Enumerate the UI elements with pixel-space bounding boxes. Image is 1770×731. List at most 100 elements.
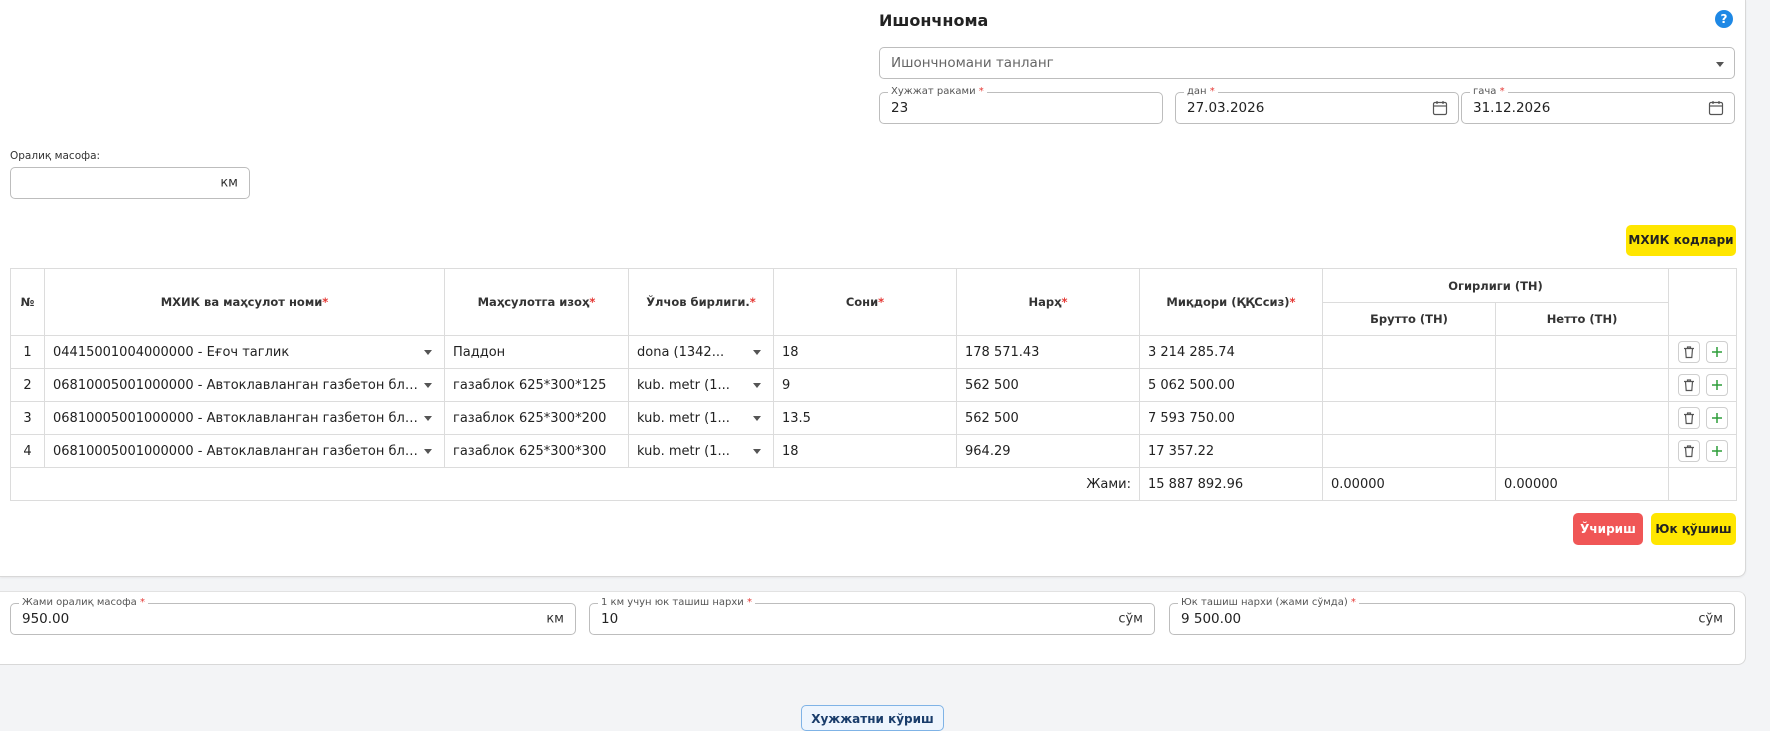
chevron-down-icon xyxy=(424,449,432,454)
description-input[interactable]: газаблок 625*300*125 xyxy=(445,369,628,401)
product-select[interactable]: 06810005001000000 - Автоклавланган газбе… xyxy=(45,435,444,467)
header-unit: Ўлчов бирлиги. xyxy=(646,295,750,309)
gross-input[interactable] xyxy=(1323,435,1495,467)
total-distance-value: 950.00 xyxy=(22,611,70,627)
product-value: 06810005001000000 - Автоклавланган газбе… xyxy=(53,410,422,426)
description-input[interactable]: газаблок 625*300*300 xyxy=(445,435,628,467)
view-document-button[interactable]: Хужжатни кўриш xyxy=(801,705,944,731)
unit-select[interactable]: kub. metr (1... xyxy=(629,435,773,467)
header-product: МХИК ва маҳсулот номи xyxy=(160,295,323,309)
add-row-button[interactable] xyxy=(1705,440,1728,462)
add-cargo-button[interactable]: Юк қўшиш xyxy=(1651,513,1736,545)
total-amount: 15 887 892.96 xyxy=(1148,476,1244,492)
table-row: 1 04415001004000000 - Ёғоч таглик Паддон… xyxy=(10,335,1738,369)
total-gross: 0.00000 xyxy=(1331,476,1385,492)
unit-select[interactable]: dona (1342... xyxy=(629,336,773,368)
price-input[interactable]: 562 500 xyxy=(957,369,1139,401)
distance-label: Оралиқ масофа: xyxy=(10,150,101,162)
table-row: 4 06810005001000000 - Автоклавланган газ… xyxy=(10,434,1738,468)
gross-input[interactable] xyxy=(1323,402,1495,434)
price-per-km-unit: сўм xyxy=(1118,611,1143,627)
date-to-field[interactable]: гача * 31.12.2026 xyxy=(1461,86,1735,124)
net-input[interactable] xyxy=(1496,435,1668,467)
header-qty: Сони xyxy=(845,295,879,309)
description-input[interactable]: Паддон xyxy=(445,336,628,368)
delete-row-button[interactable] xyxy=(1677,440,1700,462)
unit-select[interactable]: kub. metr (1... xyxy=(629,369,773,401)
date-to-label: гача xyxy=(1473,86,1497,97)
table-row: 2 06810005001000000 - Автоклавланган газ… xyxy=(10,368,1738,402)
date-from-field[interactable]: дан * 27.03.2026 xyxy=(1175,86,1459,124)
doc-number-value: 23 xyxy=(891,100,909,116)
qty-input[interactable]: 13.5 xyxy=(774,402,956,434)
add-row-button[interactable] xyxy=(1705,374,1728,396)
total-price-field[interactable]: Юк ташиш нархи (жами сўмда) * 9 500.00 с… xyxy=(1169,597,1735,635)
total-distance-field[interactable]: Жами оралиқ масофа * 950.00 км xyxy=(10,597,576,635)
delete-row-button[interactable] xyxy=(1677,341,1700,363)
gross-input[interactable] xyxy=(1323,336,1495,368)
delete-button[interactable]: Ўчириш xyxy=(1573,513,1643,545)
trash-icon xyxy=(1683,346,1694,359)
total-distance-unit: км xyxy=(546,611,564,627)
price-input[interactable]: 964.29 xyxy=(957,435,1139,467)
add-row-button[interactable] xyxy=(1705,407,1728,429)
chevron-down-icon xyxy=(424,383,432,388)
qty-input[interactable]: 18 xyxy=(774,435,956,467)
header-net: Нетто (ТН) xyxy=(1494,302,1670,336)
total-net: 0.00000 xyxy=(1504,476,1558,492)
gross-input[interactable] xyxy=(1323,369,1495,401)
price-per-km-value: 10 xyxy=(601,611,619,627)
total-price-value: 9 500.00 xyxy=(1181,611,1242,627)
chevron-down-icon xyxy=(424,416,432,421)
chevron-down-icon xyxy=(753,350,761,355)
price-input[interactable]: 178 571.43 xyxy=(957,336,1139,368)
total-price-unit: сўм xyxy=(1698,611,1723,627)
plus-icon xyxy=(1711,380,1722,390)
unit-value: kub. metr (1... xyxy=(637,443,730,459)
table-row: 3 06810005001000000 - Автоклавланган газ… xyxy=(10,401,1738,435)
unit-select[interactable]: kub. metr (1... xyxy=(629,402,773,434)
trust-section-title: Ишончнома xyxy=(879,11,989,30)
row-num: 1 xyxy=(23,344,32,360)
date-from-label: дан xyxy=(1187,86,1207,97)
net-input[interactable] xyxy=(1496,336,1668,368)
plus-icon xyxy=(1711,446,1722,456)
trash-icon xyxy=(1683,379,1694,392)
price-input[interactable]: 562 500 xyxy=(957,402,1139,434)
net-input[interactable] xyxy=(1496,369,1668,401)
price-per-km-field[interactable]: 1 км учун юк ташиш нархи * 10 сўм xyxy=(589,597,1155,635)
plus-icon xyxy=(1711,413,1722,423)
chevron-down-icon xyxy=(424,350,432,355)
product-select[interactable]: 06810005001000000 - Автоклавланган газбе… xyxy=(45,402,444,434)
trash-icon xyxy=(1683,445,1694,458)
mxik-codes-button[interactable]: МХИК кодлари xyxy=(1626,225,1736,256)
calendar-icon[interactable] xyxy=(1708,100,1724,116)
product-select[interactable]: 04415001004000000 - Ёғоч таглик xyxy=(45,336,444,368)
qty-input[interactable]: 9 xyxy=(774,369,956,401)
help-icon[interactable]: ? xyxy=(1715,10,1733,28)
net-input[interactable] xyxy=(1496,402,1668,434)
trust-select[interactable]: Ишончномани танланг xyxy=(879,47,1735,79)
description-input[interactable]: газаблок 625*300*200 xyxy=(445,402,628,434)
main-form-card: Ишончнома ? Ишончномани танланг Хужжат р… xyxy=(0,0,1746,577)
header-gross: Брутто (ТН) xyxy=(1322,302,1496,336)
amount-value: 5 062 500.00 xyxy=(1148,377,1235,393)
header-weight-group: Огирлиги (ТН) xyxy=(1321,268,1670,303)
total-label: Жами: xyxy=(1086,476,1131,492)
distance-input[interactable]: км xyxy=(10,167,250,199)
product-select[interactable]: 06810005001000000 - Автоклавланган газбе… xyxy=(45,369,444,401)
unit-value: kub. metr (1... xyxy=(637,410,730,426)
add-row-button[interactable] xyxy=(1705,341,1728,363)
cargo-table: № МХИК ва маҳсулот номи* Маҳсулотга изоҳ… xyxy=(10,268,1738,501)
qty-input[interactable]: 18 xyxy=(774,336,956,368)
header-num: № xyxy=(10,268,45,336)
calendar-icon[interactable] xyxy=(1432,100,1448,116)
amount-value: 3 214 285.74 xyxy=(1148,344,1235,360)
header-description: Маҳсулотга изоҳ xyxy=(477,295,590,309)
trash-icon xyxy=(1683,412,1694,425)
delete-row-button[interactable] xyxy=(1677,407,1700,429)
transport-card: Жами оралиқ масофа * 950.00 км 1 км учун… xyxy=(0,591,1746,665)
chevron-down-icon xyxy=(1716,62,1724,67)
doc-number-field[interactable]: Хужжат раками * 23 xyxy=(879,86,1163,124)
delete-row-button[interactable] xyxy=(1677,374,1700,396)
